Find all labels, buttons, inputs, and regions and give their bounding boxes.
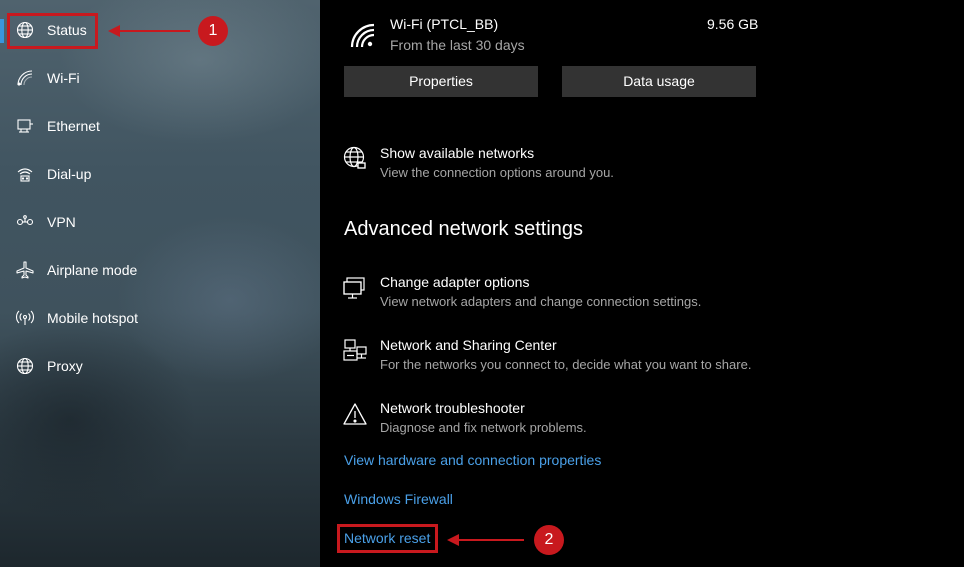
sidebar-item-label: Mobile hotspot	[47, 310, 139, 326]
sidebar-item-mobile-hotspot[interactable]: Mobile hotspot	[0, 295, 320, 343]
sidebar-item-label: Airplane mode	[47, 262, 138, 278]
wifi-signal-icon	[349, 22, 377, 50]
sidebar-item-label: Proxy	[47, 358, 83, 374]
sharing-center-title: Network and Sharing Center	[380, 337, 557, 353]
sidebar-item-label: Ethernet	[47, 118, 100, 134]
properties-button[interactable]: Properties	[344, 66, 538, 97]
show-networks-desc: View the connection options around you.	[380, 165, 614, 180]
callout-arrow-1	[108, 25, 120, 37]
globe-network-icon	[343, 146, 367, 170]
sidebar: Status Wi-Fi Ethernet Dial-up VPN Airpla…	[0, 0, 320, 567]
sidebar-item-proxy[interactable]: Proxy	[0, 343, 320, 391]
network-reset-highlight-box	[337, 524, 438, 553]
wifi-icon	[16, 69, 34, 87]
show-networks-title: Show available networks	[380, 145, 535, 161]
globe-icon	[16, 357, 34, 375]
airplane-icon	[16, 261, 34, 279]
status-highlight-box	[7, 13, 98, 49]
connection-subtitle: From the last 30 days	[390, 37, 525, 53]
connection-name: Wi-Fi (PTCL_BB)	[390, 16, 499, 32]
ethernet-icon	[16, 117, 34, 135]
sidebar-item-ethernet[interactable]: Ethernet	[0, 103, 320, 151]
callout-arrow-2	[447, 534, 459, 546]
sidebar-item-wifi[interactable]: Wi-Fi	[0, 55, 320, 103]
data-usage-button[interactable]: Data usage	[562, 66, 756, 97]
sharing-center-icon	[343, 339, 367, 363]
troubleshooter-desc: Diagnose and fix network problems.	[380, 420, 587, 435]
troubleshooter-title: Network troubleshooter	[380, 400, 525, 416]
change-adapter-title: Change adapter options	[380, 274, 530, 290]
step-1-badge: 1	[198, 16, 228, 46]
data-usage-amount: 9.56 GB	[707, 16, 759, 32]
step-2-badge: 2	[534, 525, 564, 555]
sharing-center-desc: For the networks you connect to, decide …	[380, 357, 752, 372]
callout-line-1	[118, 30, 190, 32]
sidebar-item-vpn[interactable]: VPN	[0, 199, 320, 247]
sidebar-item-label: Dial-up	[47, 166, 92, 182]
sidebar-item-dialup[interactable]: Dial-up	[0, 151, 320, 199]
callout-line-2	[458, 539, 524, 541]
hotspot-icon	[16, 309, 34, 327]
view-hardware-link[interactable]: View hardware and connection properties	[344, 452, 601, 468]
vpn-icon	[16, 213, 34, 231]
change-adapter-desc: View network adapters and change connect…	[380, 294, 702, 309]
sidebar-item-label: Wi-Fi	[47, 70, 80, 86]
warning-icon	[343, 402, 367, 426]
sidebar-item-label: VPN	[47, 214, 76, 230]
dialup-icon	[16, 165, 34, 183]
sidebar-item-airplane[interactable]: Airplane mode	[0, 247, 320, 295]
advanced-settings-heading: Advanced network settings	[344, 218, 584, 240]
adapter-icon	[343, 276, 367, 300]
windows-firewall-link[interactable]: Windows Firewall	[344, 491, 453, 507]
